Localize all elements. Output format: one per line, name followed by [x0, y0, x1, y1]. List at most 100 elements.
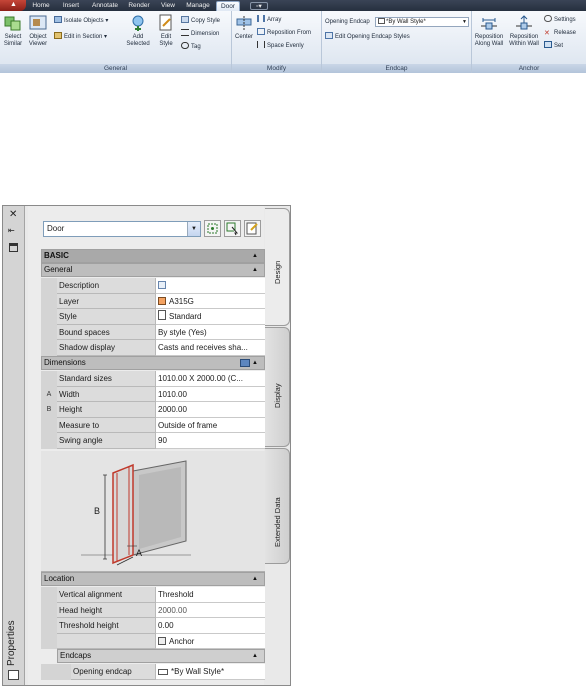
tab-annotate[interactable]: Annotate	[88, 1, 122, 11]
anchor-settings-button[interactable]: Settings	[544, 15, 576, 25]
property-row-shadow-display[interactable]: Shadow display Casts and receives sha...	[41, 340, 265, 356]
property-row-bound-spaces[interactable]: Bound spaces By style (Yes)	[41, 324, 265, 340]
edit-endcap-styles-icon	[325, 32, 333, 39]
application-menu-button[interactable]: ▲	[0, 0, 26, 11]
category-basic[interactable]: BASIC ▲	[41, 249, 265, 263]
property-value[interactable]: Anchor	[156, 633, 265, 649]
dimension-label-a: A	[136, 548, 143, 558]
property-row-threshold-height[interactable]: Threshold height 0.00	[41, 618, 265, 634]
dimension-button[interactable]: Dimension	[181, 29, 219, 39]
edit-opening-endcap-styles-button[interactable]: Edit Opening Endcap Styles	[325, 32, 410, 42]
palette-menu-icon[interactable]	[9, 243, 18, 252]
copy-style-icon	[181, 16, 189, 23]
property-name: Standard sizes	[57, 371, 156, 387]
style-value: Standard	[169, 312, 202, 321]
tab-extended-data[interactable]: Extended Data	[265, 448, 290, 564]
tab-view[interactable]: View	[156, 1, 180, 11]
close-icon[interactable]: ✕	[9, 209, 17, 220]
quick-select-button[interactable]	[244, 220, 261, 237]
category-endcaps[interactable]: Endcaps ▲	[57, 649, 265, 663]
collapse-icon: ▲	[252, 267, 258, 273]
property-value[interactable]: Outside of frame	[156, 417, 265, 433]
property-value[interactable]: A315G	[156, 293, 265, 309]
category-location[interactable]: Location ▲	[41, 572, 265, 586]
tab-home[interactable]: Home	[28, 1, 54, 11]
select-similar-button[interactable]: Select Similar	[2, 14, 24, 48]
object-type-select[interactable]: Door ▼	[43, 221, 201, 237]
opening-endcap-label: Opening Endcap	[325, 19, 370, 25]
property-row-swing-angle[interactable]: Swing angle 90	[41, 433, 265, 449]
property-value[interactable]: By style (Yes)	[156, 324, 265, 340]
property-row-width[interactable]: A Width 1010.00	[41, 386, 265, 402]
property-row-opening-endcap[interactable]: Opening endcap *By Wall Style*	[41, 664, 265, 680]
reposition-along-wall-label-2: Along Wall	[474, 41, 504, 47]
property-row-vertical-alignment[interactable]: Vertical alignment Threshold	[41, 587, 265, 603]
row-marker: B	[41, 402, 57, 418]
property-row-style[interactable]: Style Standard	[41, 309, 265, 325]
tab-insert[interactable]: Insert	[56, 1, 86, 11]
property-value[interactable]: 2000.00	[156, 602, 265, 618]
ribbon-minimize-button[interactable]: ▫▾	[250, 2, 268, 10]
object-viewer-label-2: Viewer	[28, 41, 48, 47]
opening-endcap-dropdown[interactable]: *By Wall Style* ▼	[375, 17, 469, 27]
object-viewer-label-1: Object	[29, 34, 47, 40]
property-value[interactable]: *By Wall Style*	[156, 664, 265, 680]
reposition-along-wall-button[interactable]: Reposition Along Wall	[472, 14, 506, 48]
tab-door[interactable]: Door	[216, 1, 240, 11]
select-similar-icon	[4, 14, 22, 32]
select-objects-button[interactable]	[224, 220, 241, 237]
quick-select-icon[interactable]	[8, 670, 19, 680]
space-evenly-label: Space Evenly	[267, 43, 304, 49]
category-general[interactable]: General ▲	[41, 263, 265, 277]
edit-in-section-label: Edit in Section	[64, 34, 103, 40]
tab-render[interactable]: Render	[124, 1, 154, 11]
add-selected-button[interactable]: Add Selected	[124, 14, 152, 48]
property-value[interactable]: Casts and receives sha...	[156, 340, 265, 356]
property-row-description[interactable]: Description	[41, 278, 265, 294]
property-value[interactable]: 2000.00	[156, 402, 265, 418]
property-value[interactable]	[156, 278, 265, 294]
add-selected-icon	[129, 14, 147, 32]
space-evenly-button[interactable]: Space Evenly	[257, 41, 304, 51]
isolate-objects-button[interactable]: Isolate Objects ▾	[54, 16, 108, 26]
property-row-height[interactable]: B Height 2000.00	[41, 402, 265, 418]
anchor-release-label: Release	[554, 30, 577, 36]
tag-icon	[181, 42, 189, 49]
properties-palette: ✕ ⇤ Properties Door ▼ BASIC ▲ General ▲	[2, 205, 291, 686]
tab-manage[interactable]: Manage	[182, 1, 214, 11]
copy-style-button[interactable]: Copy Style	[181, 16, 220, 26]
property-row-anchor[interactable]: Anchor	[41, 633, 265, 649]
property-value[interactable]: Standard	[156, 309, 265, 325]
toggle-pickadd-button[interactable]	[204, 220, 221, 237]
tag-button[interactable]: Tag	[181, 42, 201, 52]
edit-style-icon	[157, 14, 175, 32]
property-row-layer[interactable]: Layer A315G	[41, 293, 265, 309]
array-button[interactable]: Array	[257, 15, 281, 25]
edit-style-button[interactable]: Edit Style	[155, 14, 177, 48]
property-row-standard-sizes[interactable]: Standard sizes 1010.00 X 2000.00 (C...	[41, 371, 265, 387]
edit-in-section-button[interactable]: Edit in Section ▾	[54, 32, 107, 42]
property-value[interactable]: 1010.00 X 2000.00 (C...	[156, 371, 265, 387]
property-row-measure-to[interactable]: Measure to Outside of frame	[41, 417, 265, 433]
reposition-from-button[interactable]: Reposition From	[257, 28, 311, 38]
row-gutter	[41, 587, 57, 603]
object-viewer-icon	[29, 14, 47, 32]
property-row-head-height[interactable]: Head height 2000.00	[41, 602, 265, 618]
anchor-set-button[interactable]: Set	[544, 41, 563, 51]
property-value[interactable]: 90	[156, 433, 265, 449]
property-value[interactable]: 1010.00	[156, 386, 265, 402]
anchor-release-button[interactable]: ✕ Release	[544, 28, 576, 38]
center-button[interactable]: Center	[232, 14, 256, 41]
reposition-within-wall-button[interactable]: Reposition Within Wall	[507, 14, 541, 48]
show-illustration-icon[interactable]	[240, 359, 250, 367]
palette-content: Door ▼ BASIC ▲ General ▲ Description Lay…	[28, 206, 265, 685]
reposition-from-icon	[257, 28, 265, 35]
row-gutter	[41, 602, 57, 618]
object-viewer-button[interactable]: Object Viewer	[26, 14, 50, 48]
reposition-within-wall-label-1: Reposition	[509, 34, 539, 40]
property-value[interactable]: 0.00	[156, 618, 265, 634]
auto-hide-icon[interactable]: ⇤	[8, 226, 15, 235]
property-value[interactable]: Threshold	[156, 587, 265, 603]
category-dimensions[interactable]: Dimensions ▲	[41, 356, 265, 370]
panel-endcap: Opening Endcap *By Wall Style* ▼ Edit Ope…	[322, 11, 472, 73]
